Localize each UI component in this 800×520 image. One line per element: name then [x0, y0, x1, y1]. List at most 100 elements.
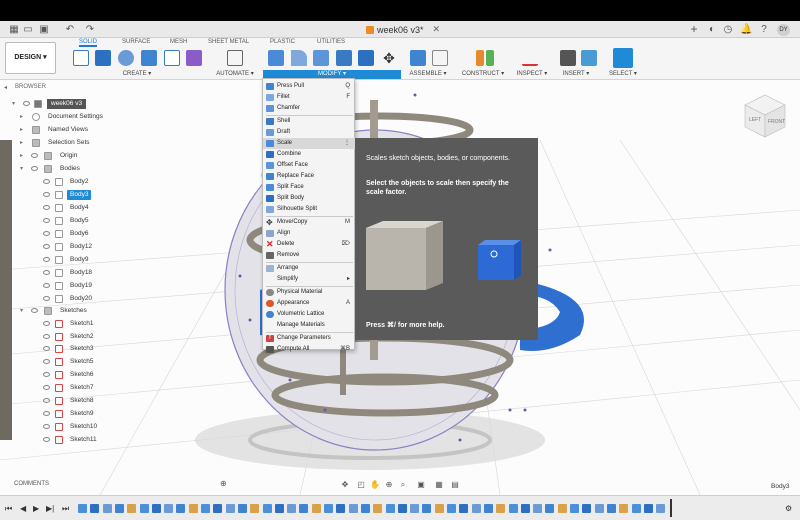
menu-item-draft[interactable]: Draft	[263, 127, 356, 138]
timeline-feature-icon[interactable]	[250, 504, 260, 513]
file-icon[interactable]: ▭	[22, 24, 34, 35]
menu-item-change-parameters[interactable]: f Change Parameters	[263, 333, 356, 344]
timeline-feature-icon[interactable]	[139, 504, 149, 513]
undo-icon[interactable]: ↶	[64, 24, 76, 35]
tree-item-sketch[interactable]: Sketch1	[0, 318, 232, 330]
tree-item-origin[interactable]: ▸ Origin	[0, 150, 232, 162]
tree-item-body[interactable]: Body18	[0, 267, 232, 279]
tree-item-body[interactable]: Body12	[0, 241, 232, 253]
combine-icon[interactable]	[358, 50, 374, 66]
tree-item-body[interactable]: Body5	[0, 215, 232, 227]
timeline-feature-icon[interactable]	[188, 504, 198, 513]
tree-item-body[interactable]: Body6	[0, 228, 232, 240]
timeline-feature-icon[interactable]	[360, 504, 370, 513]
timeline-feature-icon[interactable]	[324, 504, 333, 513]
menu-item-arrange[interactable]: Arrange	[263, 263, 356, 274]
visibility-eye-icon[interactable]	[43, 270, 50, 275]
visibility-eye-icon[interactable]	[43, 359, 50, 364]
timeline-feature-icon[interactable]	[311, 504, 321, 513]
pattern-icon[interactable]	[164, 50, 180, 66]
menu-item-remove[interactable]: Remove	[263, 250, 356, 261]
timeline-feature-icon[interactable]	[237, 504, 247, 513]
timeline-feature-icon[interactable]	[225, 504, 235, 513]
visibility-eye-icon[interactable]	[43, 346, 50, 351]
tree-root[interactable]: ▾ week06 v3	[0, 98, 232, 110]
timeline-feature-icon[interactable]	[78, 504, 87, 513]
tree-item-body[interactable]: Body20	[0, 293, 232, 305]
timeline-feature-icon[interactable]	[459, 504, 469, 513]
menu-item-shell[interactable]: Shell	[263, 116, 356, 127]
tree-item-sketch[interactable]: Sketch3	[0, 343, 232, 355]
save-icon[interactable]: ▣	[38, 24, 50, 35]
timeline-feature-icon[interactable]	[471, 504, 481, 513]
tab-utilities[interactable]: UTILITIES	[317, 39, 345, 45]
measure-icon[interactable]	[522, 50, 538, 66]
tree-item-body[interactable]: Body4	[0, 202, 232, 214]
collapse-arrow-icon[interactable]: ▾	[12, 98, 15, 110]
timeline-feature-icon[interactable]	[164, 504, 174, 513]
tree-item-body[interactable]: Body9	[0, 254, 232, 266]
timeline-feature-icon[interactable]	[483, 504, 493, 513]
redo-icon[interactable]: ↷	[84, 24, 96, 35]
go-to-start-icon[interactable]: ⏮	[5, 504, 12, 514]
timeline-feature-icon[interactable]	[287, 504, 297, 513]
visibility-eye-icon[interactable]	[31, 166, 38, 171]
new-tab-icon[interactable]: +	[688, 23, 700, 35]
menu-item-combine[interactable]: Combine	[263, 149, 356, 160]
press-pull-icon[interactable]	[268, 50, 284, 66]
timeline-feature-icon[interactable]	[520, 504, 530, 513]
hole-icon[interactable]	[141, 50, 157, 66]
revolve-icon[interactable]	[118, 50, 134, 66]
timeline-feature-icon[interactable]	[114, 504, 124, 513]
job-status-icon[interactable]: ◷	[722, 24, 734, 35]
tree-item-document-settings[interactable]: ▸ Document Settings	[0, 111, 232, 123]
menu-item-align[interactable]: Align	[263, 228, 356, 239]
app-grid-icon[interactable]: ▦	[8, 24, 20, 35]
visibility-eye-icon[interactable]	[43, 321, 50, 326]
visibility-eye-icon[interactable]	[43, 424, 50, 429]
timeline-feature-icon[interactable]	[299, 504, 309, 513]
tree-item-sketch[interactable]: Sketch8	[0, 395, 232, 407]
user-avatar[interactable]: DY	[777, 24, 790, 36]
timeline-feature-icon[interactable]	[348, 504, 358, 513]
assemble-menu[interactable]: ASSEMBLE ▾	[408, 70, 448, 79]
shell-icon[interactable]	[336, 50, 352, 66]
timeline-settings-icon[interactable]: ⚙	[785, 504, 792, 513]
visibility-eye-icon[interactable]	[43, 179, 50, 184]
chamfer-icon[interactable]	[313, 50, 329, 66]
visibility-eye-icon[interactable]	[43, 283, 50, 288]
timeline-feature-icon[interactable]	[397, 504, 407, 513]
timeline-feature-icon[interactable]	[410, 504, 420, 513]
timeline-feature-icon[interactable]	[102, 504, 112, 513]
tree-item-sketches[interactable]: ▾ Sketches	[0, 305, 232, 317]
document-tab[interactable]: week06 v3* ✕	[366, 23, 440, 36]
tree-item-sketch[interactable]: Sketch2	[0, 331, 232, 343]
timeline-feature-icon[interactable]	[336, 504, 346, 513]
form-icon[interactable]	[186, 50, 202, 66]
expand-arrow-icon[interactable]: ▸	[20, 111, 23, 123]
visibility-eye-icon[interactable]	[43, 231, 50, 236]
extrude-icon[interactable]	[95, 50, 111, 66]
visibility-eye-icon[interactable]	[43, 385, 50, 390]
add-comment-icon[interactable]: ⊕	[220, 479, 227, 488]
menu-item-manage-materials[interactable]: Manage Materials	[263, 320, 356, 331]
new-component-icon[interactable]	[410, 50, 426, 66]
more-options-icon[interactable]: ⋮	[344, 138, 350, 149]
timeline-feature-icon[interactable]	[201, 504, 210, 513]
go-to-end-icon[interactable]: ⏭	[62, 504, 69, 514]
select-icon[interactable]	[613, 48, 633, 68]
viewcube-front-label[interactable]: FRONT	[768, 119, 785, 125]
select-menu[interactable]: SELECT ▾	[604, 70, 642, 79]
help-icon[interactable]: ?	[758, 24, 770, 35]
expand-arrow-icon[interactable]: ▸	[20, 124, 23, 136]
tree-item-bodies[interactable]: ▾ Bodies	[0, 163, 232, 175]
tree-item-sketch[interactable]: Sketch5	[0, 356, 232, 368]
timeline-feature-icon[interactable]	[496, 504, 506, 513]
menu-item-appearance[interactable]: Appearance A	[263, 298, 356, 309]
visibility-eye-icon[interactable]	[43, 334, 50, 339]
timeline-feature-icon[interactable]	[545, 504, 555, 513]
create-menu[interactable]: CREATE ▾	[117, 70, 157, 79]
automate-menu[interactable]: AUTOMATE ▾	[214, 70, 256, 79]
visibility-eye-icon[interactable]	[43, 257, 50, 262]
timeline-feature-icon[interactable]	[557, 504, 567, 513]
